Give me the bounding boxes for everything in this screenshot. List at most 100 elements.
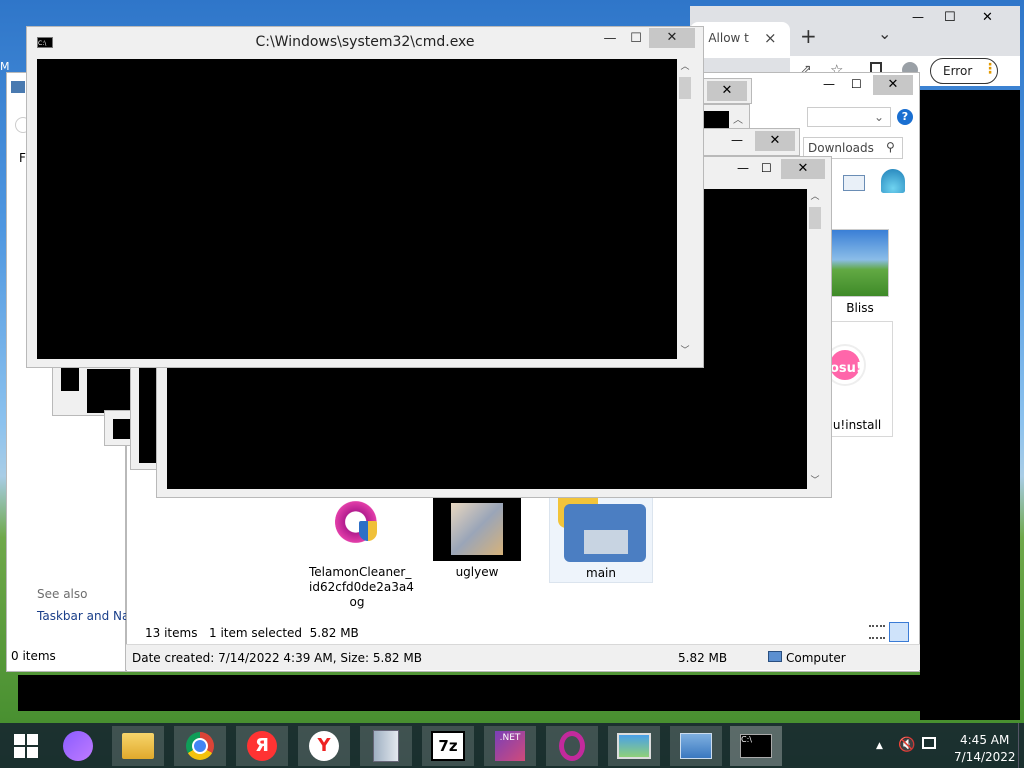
left-item-count: 0 items <box>11 649 56 663</box>
control-panel-icon <box>680 733 712 759</box>
file-name: TelamonCleaner_ <box>309 565 412 579</box>
file-item[interactable]: main <box>549 487 653 583</box>
tab-menu-icon[interactable]: ⌄ <box>878 24 891 43</box>
cmd-window-stack: — ✕ <box>700 128 800 156</box>
preview-pane-icon[interactable] <box>843 175 865 191</box>
chrome-menu-icon[interactable]: ⋮ <box>983 61 997 77</box>
details-view-icon[interactable] <box>869 625 885 639</box>
dotnet-button[interactable]: .NET <box>484 726 536 766</box>
cmd-console[interactable] <box>37 59 677 359</box>
cmd-window-stack <box>52 360 142 416</box>
show-desktop-button[interactable] <box>1018 723 1024 768</box>
clock-date[interactable]: 7/14/2022 <box>954 750 1016 764</box>
control-panel-button[interactable] <box>670 726 722 766</box>
selection-info: 1 item selected 5.82 MB <box>209 626 359 640</box>
scroll-up-icon[interactable]: ︿ <box>807 189 823 205</box>
file-name: uglyew <box>455 565 499 579</box>
new-tab-icon[interactable]: + <box>800 24 817 48</box>
search-icon[interactable]: ⚲ <box>886 140 895 154</box>
cmd-title-bar[interactable]: C:\ C:\Windows\system32\cmd.exe — ☐ ✕ <box>27 27 703 57</box>
taskbar-nav-link[interactable]: Taskbar and Nav <box>37 609 136 623</box>
seven-zip-icon: 7z <box>431 731 465 761</box>
yandex-browser-button[interactable]: Y <box>298 726 350 766</box>
shell-icon <box>881 169 905 193</box>
archiver-button[interactable] <box>360 726 412 766</box>
cmd-maximize-button[interactable]: ☐ <box>623 29 649 49</box>
explorer-minimize-button[interactable]: — <box>823 77 835 91</box>
cmd-scrollbar[interactable]: ︿ ﹀ <box>677 59 693 359</box>
scroll-thumb[interactable] <box>809 207 821 229</box>
computer-icon <box>768 651 782 662</box>
file-name: og <box>349 595 365 609</box>
chrome-maximize-button[interactable]: ☐ <box>944 10 956 25</box>
stack-min-button[interactable]: — <box>731 133 743 147</box>
cmd-middle-min-button[interactable]: — <box>737 161 749 175</box>
stack-scroll-up-icon[interactable]: ︿ <box>733 111 743 126</box>
cmd-middle-max-button[interactable]: ☐ <box>761 161 772 175</box>
file-item[interactable]: TelamonCleaner_ id62cfd0de2a3a4 og <box>309 487 414 611</box>
cmd-middle-scrollbar[interactable]: ︿ ﹀ <box>807 189 823 489</box>
stack-close-button[interactable]: ✕ <box>707 81 747 101</box>
seven-zip-button[interactable]: 7z <box>422 726 474 766</box>
chrome-tab-close-icon[interactable]: × <box>764 29 777 47</box>
opera-icon <box>559 731 585 761</box>
computer-label: Computer <box>786 651 846 665</box>
chrome-minimize-button[interactable]: — <box>912 10 924 24</box>
file-name: u!install <box>832 418 882 432</box>
file-item[interactable]: uglyew <box>431 487 523 583</box>
chevron-down-icon: ⌄ <box>874 110 885 124</box>
cmd-minimize-button[interactable]: — <box>597 29 623 49</box>
cmd-close-button[interactable]: ✕ <box>649 28 695 48</box>
scroll-up-icon[interactable]: ︿ <box>677 59 693 75</box>
explorer-close-button[interactable]: ✕ <box>873 75 913 95</box>
details-bar: Date created: 7/14/2022 4:39 AM, Size: 5… <box>126 644 920 670</box>
address-dropdown[interactable]: ⌄ <box>807 107 891 127</box>
chrome-button[interactable] <box>174 726 226 766</box>
cmd-icon: C:\ <box>740 734 772 758</box>
scroll-down-icon[interactable]: ﹀ <box>807 473 823 489</box>
explorer-maximize-button[interactable]: ☐ <box>851 77 862 91</box>
yandex-button[interactable]: Я <box>236 726 288 766</box>
stack-close-button[interactable]: ✕ <box>755 131 795 151</box>
dotnet-icon: .NET <box>495 731 525 761</box>
photo-viewer-button[interactable] <box>608 726 660 766</box>
date-created-info: Date created: 7/14/2022 4:39 AM, Size: 5… <box>132 651 422 665</box>
chrome-close-button[interactable]: ✕ <box>982 10 993 25</box>
opera-button[interactable] <box>546 726 598 766</box>
cmd-window-stack: ✕ <box>700 78 752 104</box>
scroll-down-icon[interactable]: ﹀ <box>677 343 693 359</box>
alice-button[interactable] <box>52 726 104 766</box>
python-installer-icon <box>558 488 646 562</box>
network-icon[interactable] <box>922 737 936 749</box>
search-input[interactable]: Downloads <box>808 141 874 155</box>
size-info: 5.82 MB <box>678 651 728 665</box>
archive-icon <box>373 730 399 762</box>
help-icon[interactable]: ? <box>897 109 913 125</box>
item-count: 13 items <box>145 626 198 640</box>
taskbar: Я Y 7z .NET C:\ ▲ 🔇 4:45 AM 7/14/2022 <box>0 723 1024 768</box>
file-name: main <box>586 566 616 580</box>
yandex-browser-icon: Y <box>309 731 339 761</box>
uac-shield-icon <box>359 521 377 541</box>
yandex-icon: Я <box>247 731 277 761</box>
uglyew-thumbnail <box>433 497 521 561</box>
chrome-tab[interactable]: ss Allow t × <box>690 22 790 58</box>
volume-muted-icon[interactable]: 🔇 <box>898 737 915 753</box>
clock-time[interactable]: 4:45 AM <box>960 733 1009 747</box>
alice-icon <box>63 731 93 761</box>
chrome-content <box>920 90 1020 720</box>
large-icons-view-icon[interactable] <box>889 622 909 642</box>
cmd-taskbar-button[interactable]: C:\ <box>730 726 782 766</box>
bliss-thumbnail <box>831 229 889 297</box>
cmd-middle-close-button[interactable]: ✕ <box>781 159 825 179</box>
file-explorer-button[interactable] <box>112 726 164 766</box>
start-button[interactable] <box>0 726 52 766</box>
left-app-icon <box>11 81 25 93</box>
chrome-error-button[interactable]: Error ⋮ <box>930 58 998 84</box>
cmd-window-main: C:\ C:\Windows\system32\cmd.exe — ☐ ✕ ︿ … <box>26 26 704 368</box>
scroll-thumb[interactable] <box>679 77 691 99</box>
file-item[interactable]: Bliss <box>829 227 891 317</box>
show-hidden-icons-icon[interactable]: ▲ <box>876 741 883 751</box>
see-also-heading: See also <box>37 587 88 601</box>
chrome-page-black <box>18 675 1014 711</box>
